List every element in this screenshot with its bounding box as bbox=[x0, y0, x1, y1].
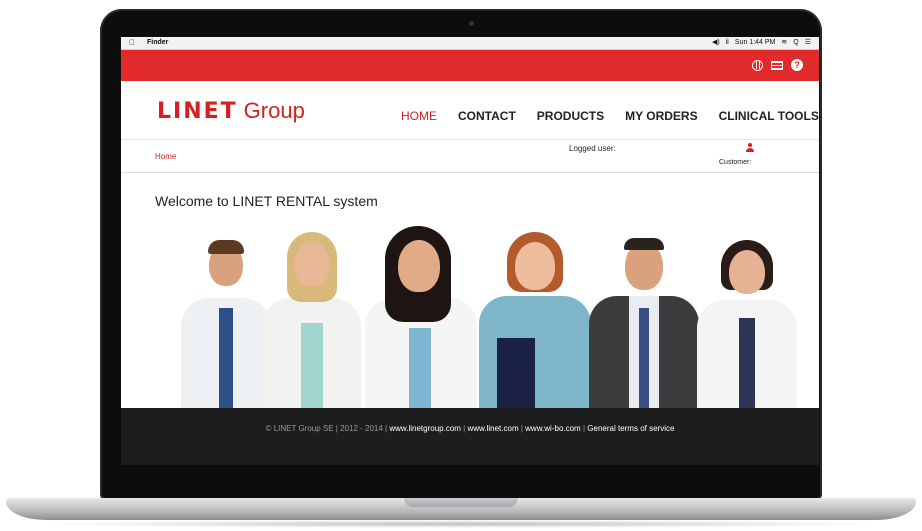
footer-link-terms[interactable]: General terms of service bbox=[587, 424, 674, 433]
help-icon[interactable]: ? bbox=[791, 59, 803, 71]
person-3 bbox=[361, 226, 481, 408]
browser-screen:  Finder ◀) ⅱ Sun 1:44 PM ≋ Q ☰ ? LINETG… bbox=[121, 37, 819, 465]
nav-contact[interactable]: CONTACT bbox=[458, 109, 516, 123]
app-name-finder[interactable]: Finder bbox=[147, 37, 168, 49]
logged-user-label: Logged user: bbox=[569, 144, 616, 153]
medical-staff-photo bbox=[161, 222, 801, 408]
globe-icon[interactable] bbox=[752, 59, 763, 71]
site-header: LINET Group HOME CONTACT PRODUCTS MY ORDE… bbox=[121, 81, 819, 140]
mac-menubar:  Finder ◀) ⅱ Sun 1:44 PM ≋ Q ☰ bbox=[121, 37, 819, 50]
laptop-shadow bbox=[30, 520, 892, 528]
language-flag-icon[interactable] bbox=[771, 60, 783, 70]
breadcrumb-bar: Home Logged user: Customer: bbox=[121, 140, 819, 173]
footer-separator: | bbox=[463, 424, 466, 433]
breadcrumb-home[interactable]: Home bbox=[155, 152, 176, 161]
camera-icon bbox=[469, 21, 474, 26]
volume-icon[interactable]: ◀) bbox=[712, 37, 720, 49]
person-4 bbox=[479, 232, 591, 408]
person-6 bbox=[697, 240, 797, 408]
person-2 bbox=[263, 232, 361, 408]
nav-my-orders[interactable]: MY ORDERS bbox=[625, 109, 697, 123]
top-red-bar: ? bbox=[121, 50, 819, 81]
user-icon[interactable] bbox=[745, 143, 755, 153]
footer-separator: | bbox=[520, 424, 523, 433]
footer-link-linet[interactable]: www.linet.com bbox=[467, 424, 518, 433]
bluetooth-icon[interactable]: ⅱ bbox=[726, 37, 729, 49]
site-footer: © LINET Group SE | 2012 - 2014 | www.lin… bbox=[121, 408, 819, 465]
spotlight-search-icon[interactable]: Q bbox=[793, 37, 798, 49]
menubar-status-items: ◀) ⅱ Sun 1:44 PM ≋ Q ☰ bbox=[712, 37, 811, 49]
nav-products[interactable]: PRODUCTS bbox=[537, 109, 604, 123]
footer-link-linetgroup[interactable]: www.linetgroup.com bbox=[389, 424, 461, 433]
apple-menu-icon[interactable]:  bbox=[129, 37, 135, 49]
nav-home[interactable]: HOME bbox=[401, 109, 437, 123]
wifi-icon[interactable]: ≋ bbox=[781, 37, 787, 49]
main-navigation: HOME CONTACT PRODUCTS MY ORDERS CLINICAL… bbox=[401, 109, 819, 123]
welcome-heading: Welcome to LINET RENTAL system bbox=[155, 193, 378, 209]
footer-copyright: © LINET Group SE | 2012 - 2014 | bbox=[265, 424, 388, 433]
linet-group-logo[interactable]: LINET Group bbox=[157, 98, 305, 124]
logo-brand-text: LINET bbox=[157, 99, 238, 124]
nav-clinical-tools[interactable]: CLINICAL TOOLS bbox=[719, 109, 819, 123]
person-1 bbox=[181, 236, 271, 408]
notification-center-icon[interactable]: ☰ bbox=[805, 37, 811, 49]
customer-label: Customer: bbox=[719, 159, 752, 166]
logo-suffix-text: Group bbox=[243, 98, 305, 123]
person-5 bbox=[589, 236, 699, 408]
clock[interactable]: Sun 1:44 PM bbox=[735, 37, 775, 49]
laptop-base-notch bbox=[404, 498, 518, 507]
footer-link-wibo[interactable]: www.wi-bo.com bbox=[525, 424, 581, 433]
footer-separator: | bbox=[582, 424, 586, 433]
